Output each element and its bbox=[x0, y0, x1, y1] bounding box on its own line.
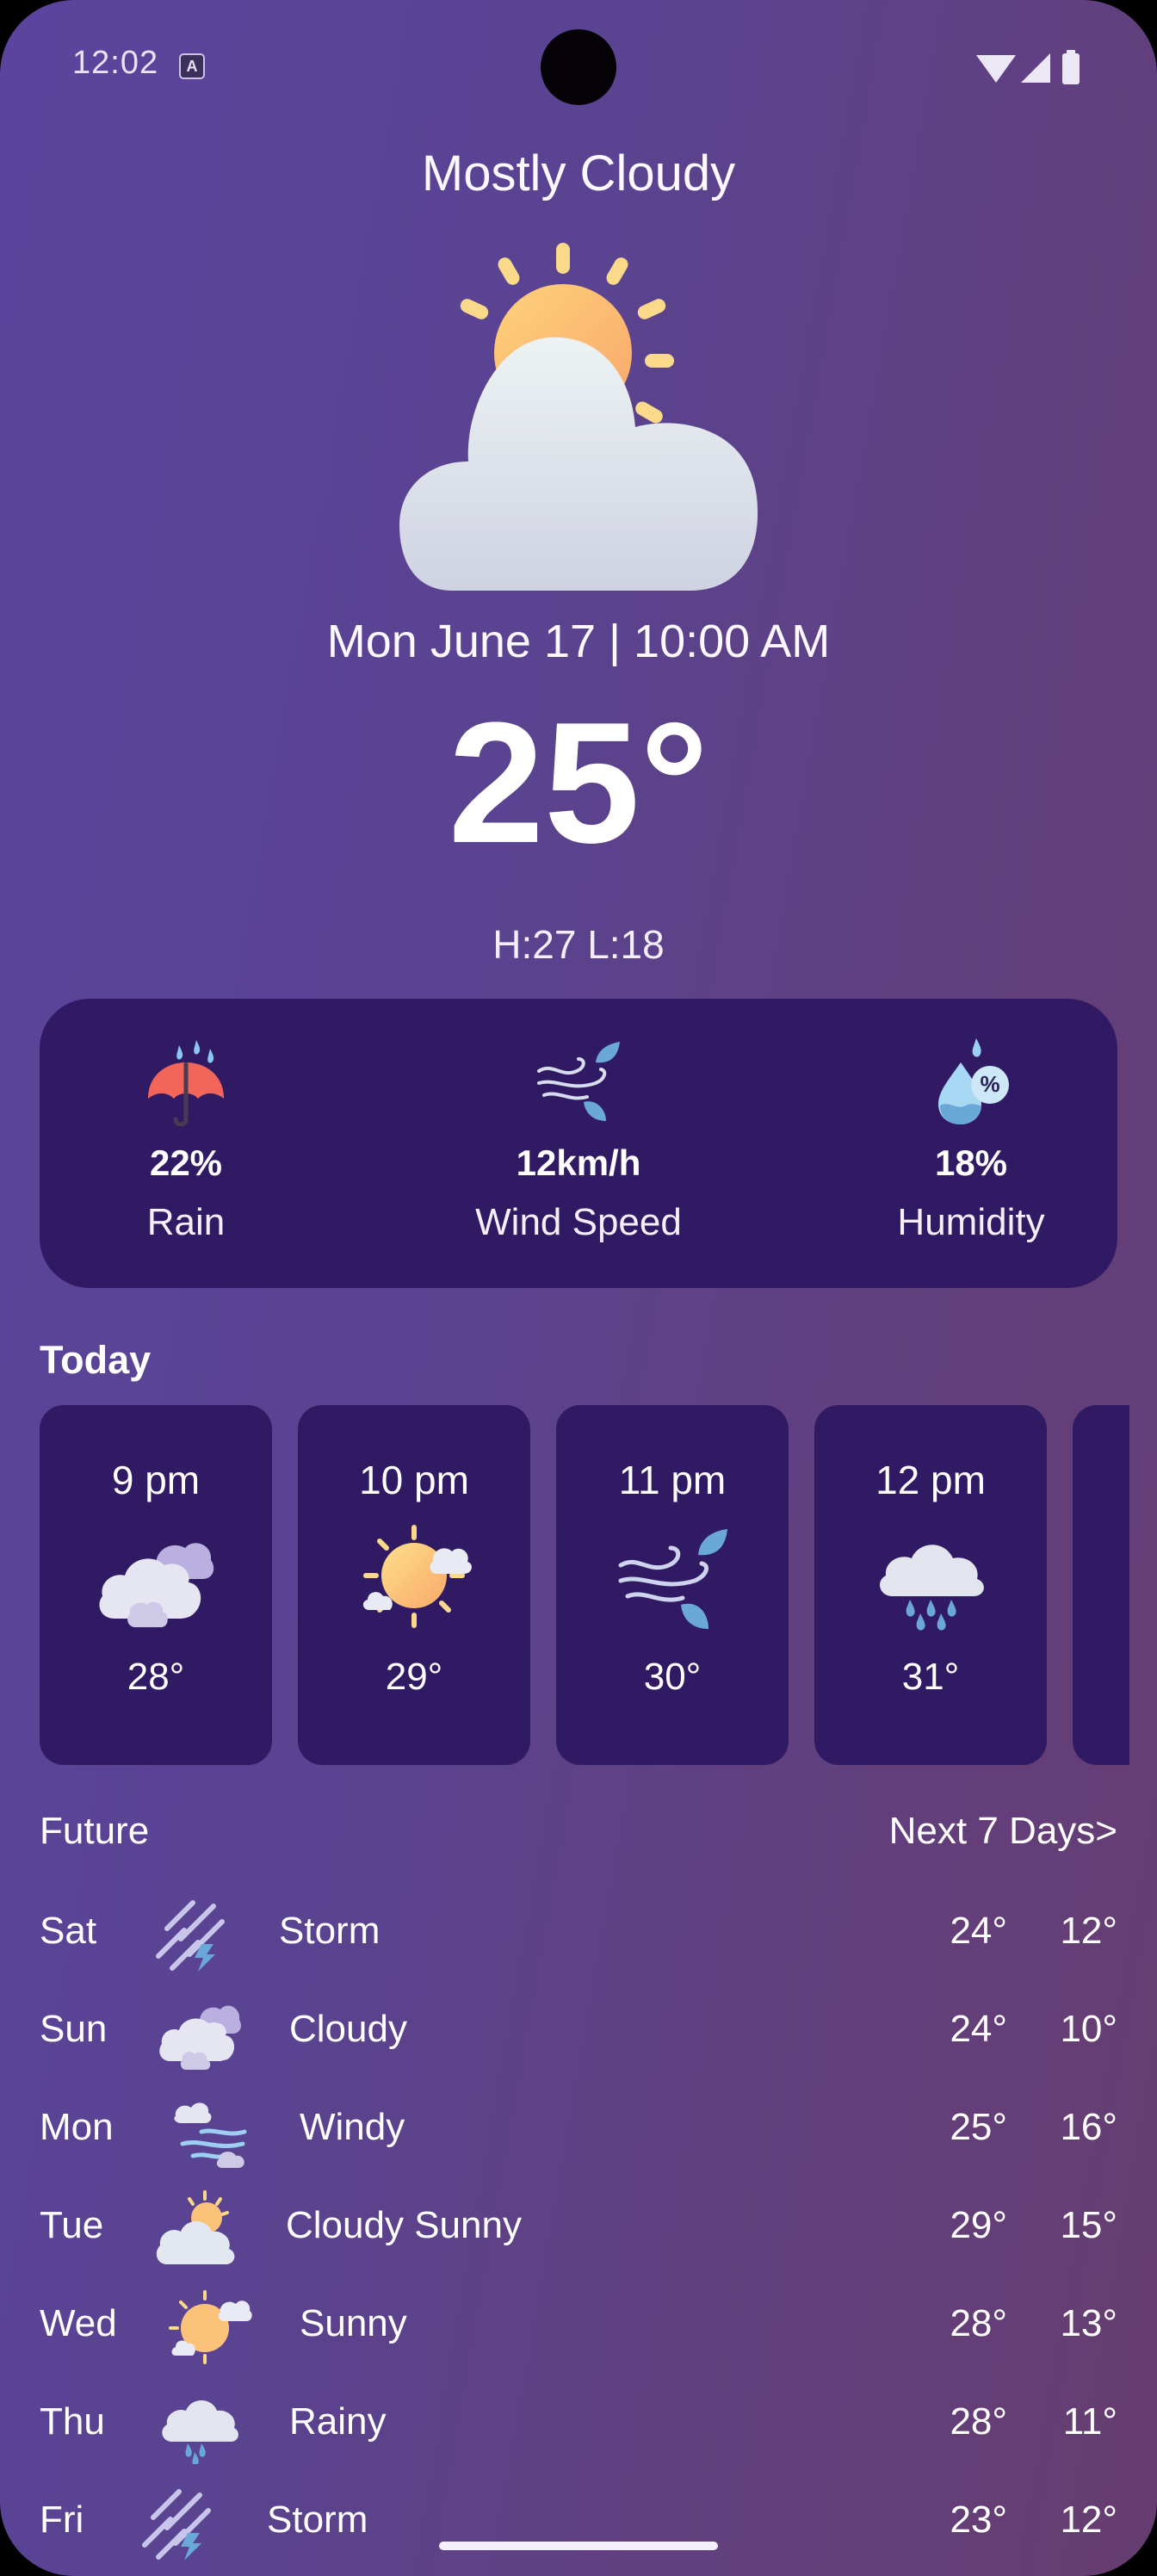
day-condition: Sunny bbox=[300, 2302, 407, 2344]
day-high: 28° bbox=[950, 2302, 1007, 2344]
stat-wind: 12km/h Wind Speed bbox=[449, 1037, 708, 1244]
current-datetime: Mon June 17 | 10:00 AM bbox=[326, 616, 831, 667]
battery-icon bbox=[1062, 53, 1080, 84]
next-7-days-link[interactable]: Next 7 Days> bbox=[889, 1810, 1117, 1853]
cloudy-sunny-icon bbox=[156, 2190, 235, 2264]
daily-row[interactable]: Mon Windy 25° 16° bbox=[40, 2090, 1117, 2168]
day-label: Sat bbox=[40, 1910, 97, 1952]
day-low: 10° bbox=[1060, 2008, 1117, 2050]
hourly-forecast-list[interactable]: 9 pm 28° 10 pm 29° 11 pm 30° 12 pm 31° bbox=[40, 1405, 1129, 1767]
hourly-card[interactable]: 12 pm 31° bbox=[814, 1405, 1047, 1765]
hourly-card[interactable]: 10 pm 29° bbox=[298, 1405, 530, 1765]
hour-label: 9 pm bbox=[111, 1458, 201, 1502]
storm-icon bbox=[156, 1900, 225, 1972]
day-label: Wed bbox=[40, 2302, 117, 2344]
wind-label: Wind Speed bbox=[475, 1201, 682, 1243]
notification-badge-icon: A bbox=[179, 53, 205, 79]
daily-row[interactable]: Sat Storm 24° 12° bbox=[40, 1894, 1117, 1972]
day-low: 13° bbox=[1060, 2302, 1117, 2344]
rain-icon bbox=[880, 1545, 984, 1631]
daily-row[interactable]: Sun Cloudy 24° 10° bbox=[40, 1992, 1117, 2070]
future-title: Future bbox=[40, 1810, 150, 1852]
day-low: 16° bbox=[1060, 2106, 1117, 2148]
daily-row[interactable]: Tue Cloudy Sunny 29° 15° bbox=[40, 2189, 1117, 2266]
system-icons bbox=[976, 50, 1080, 84]
rain-label: Rain bbox=[146, 1201, 226, 1243]
svg-text:%: % bbox=[980, 1071, 999, 1097]
day-condition: Cloudy bbox=[289, 2008, 407, 2050]
hour-temp: 31° bbox=[901, 1656, 960, 1698]
day-low: 12° bbox=[1060, 1910, 1117, 1952]
day-label: Sun bbox=[40, 2008, 108, 2050]
day-low: 12° bbox=[1060, 2499, 1117, 2541]
humidity-value: 18% bbox=[934, 1142, 1008, 1183]
day-condition: Storm bbox=[267, 2499, 368, 2541]
storm-icon bbox=[142, 2489, 211, 2561]
weather-screen: 12:02 A Mostly Cloudy Mon June 17 | 10:0… bbox=[0, 0, 1157, 2576]
day-high: 24° bbox=[950, 1910, 1007, 1952]
hour-temp: 30° bbox=[643, 1656, 702, 1698]
day-high: 25° bbox=[950, 2106, 1007, 2148]
high-low: H:27 L:18 bbox=[492, 922, 665, 967]
wifi-icon bbox=[976, 55, 1016, 83]
day-label: Thu bbox=[40, 2400, 105, 2443]
weather-stats-card: 22% Rain 12km/h Wind Speed % 18% Humidit… bbox=[40, 999, 1117, 1288]
day-high: 29° bbox=[950, 2204, 1007, 2246]
mostly-cloudy-icon bbox=[399, 243, 758, 591]
cloudy-icon bbox=[99, 1543, 214, 1627]
cellular-icon bbox=[1021, 53, 1050, 83]
hour-label: 11 pm bbox=[618, 1458, 727, 1502]
status-time: 12:02 bbox=[72, 45, 159, 81]
hourly-card[interactable] bbox=[1073, 1405, 1129, 1765]
windy-icon bbox=[174, 2102, 247, 2168]
day-condition: Cloudy Sunny bbox=[286, 2204, 522, 2246]
day-low: 11° bbox=[1062, 2400, 1117, 2443]
current-temperature: 25° bbox=[448, 687, 709, 879]
rain-icon bbox=[162, 2400, 238, 2464]
day-condition: Storm bbox=[279, 1910, 381, 1952]
hourly-card[interactable]: 11 pm 30° bbox=[556, 1405, 789, 1765]
day-condition: Rainy bbox=[289, 2400, 387, 2443]
humidity-icon: % bbox=[938, 1038, 1009, 1124]
wind-icon bbox=[537, 1042, 620, 1121]
hour-temp: 29° bbox=[385, 1656, 443, 1698]
day-label: Mon bbox=[40, 2106, 114, 2148]
rain-value: 22% bbox=[149, 1142, 223, 1183]
hour-temp: 28° bbox=[127, 1656, 185, 1698]
humidity-label: Humidity bbox=[897, 1201, 1045, 1243]
daily-row[interactable]: Wed Sunny 28° 13° bbox=[40, 2287, 1117, 2364]
day-low: 15° bbox=[1060, 2204, 1117, 2246]
cloudy-icon bbox=[159, 2005, 241, 2070]
daily-row[interactable]: Thu Rainy 28° 11° bbox=[40, 2385, 1117, 2464]
current-condition: Mostly Cloudy bbox=[421, 146, 736, 201]
day-label: Tue bbox=[40, 2204, 104, 2246]
day-condition: Windy bbox=[300, 2106, 405, 2148]
day-high: 23° bbox=[950, 2499, 1007, 2541]
umbrella-icon bbox=[148, 1040, 224, 1127]
home-indicator[interactable] bbox=[439, 2542, 718, 2550]
today-title: Today bbox=[40, 1338, 152, 1382]
hourly-card[interactable]: 9 pm 28° bbox=[40, 1405, 272, 1765]
hour-label: 12 pm bbox=[875, 1458, 986, 1502]
day-high: 24° bbox=[950, 2008, 1007, 2050]
camera-cutout bbox=[541, 29, 616, 105]
wind-value: 12km/h bbox=[516, 1142, 641, 1183]
sunny-icon bbox=[169, 2290, 252, 2364]
stat-humidity: % 18% Humidity bbox=[842, 1037, 1100, 1244]
hour-label: 10 pm bbox=[359, 1458, 469, 1502]
day-high: 28° bbox=[950, 2400, 1007, 2443]
wind-icon bbox=[618, 1529, 727, 1629]
stat-rain: 22% Rain bbox=[57, 1037, 315, 1244]
day-label: Fri bbox=[40, 2499, 84, 2541]
sunny-icon bbox=[362, 1525, 472, 1628]
